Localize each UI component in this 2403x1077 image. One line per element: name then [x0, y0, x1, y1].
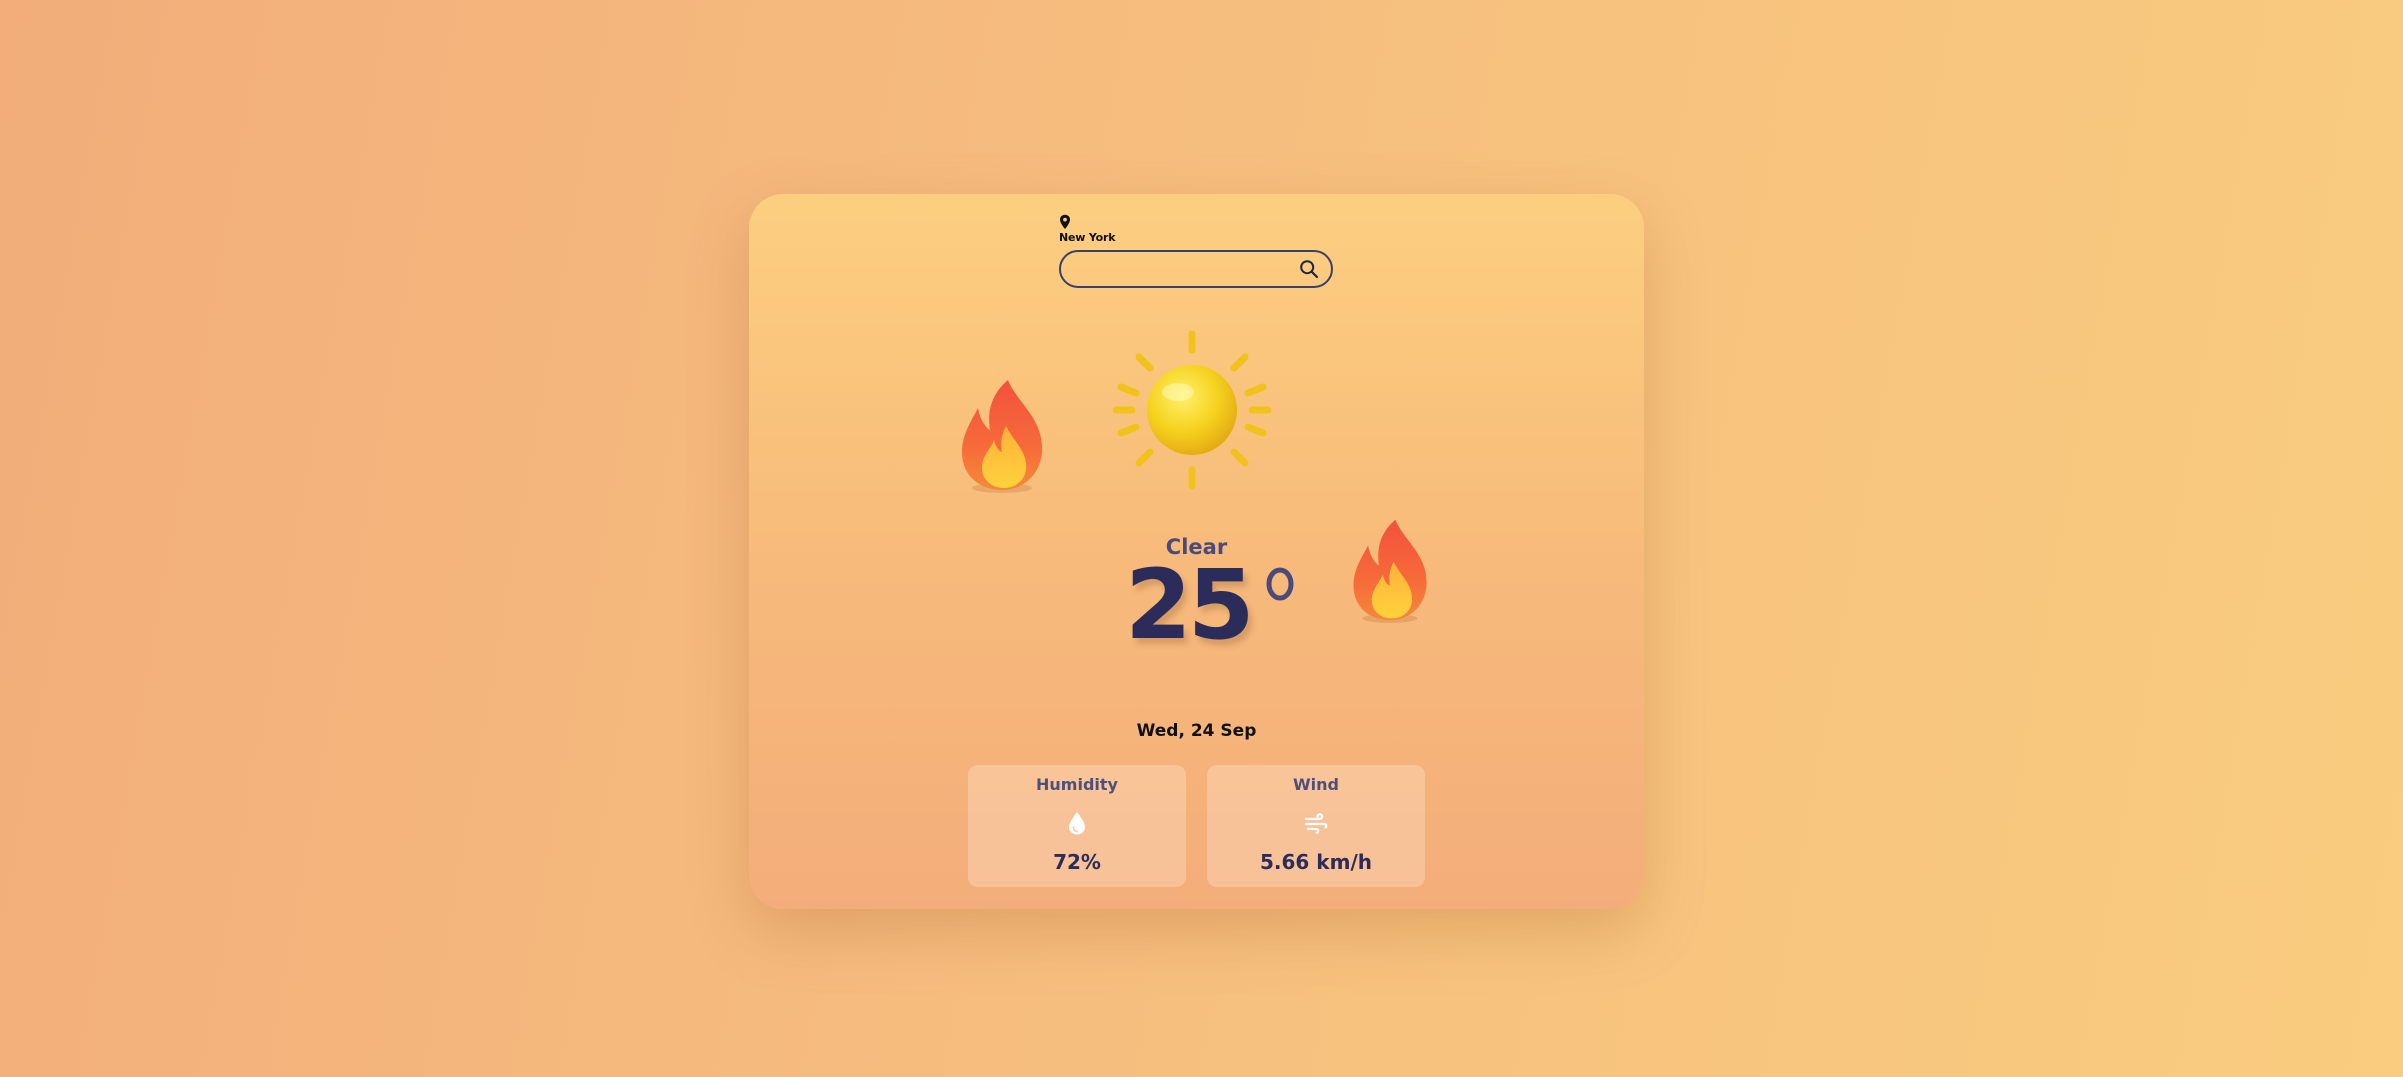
wind-icon: [1304, 813, 1328, 835]
humidity-card: Humidity 72%: [968, 765, 1186, 887]
temperature-display: 25: [1125, 549, 1294, 661]
location: New York: [1059, 214, 1116, 244]
wind-value: 5.66 km/h: [1260, 850, 1372, 874]
current-date: Wed, 24 Sep: [1136, 721, 1257, 741]
flame-icon: [962, 380, 1043, 493]
humidity-value: 72%: [1053, 850, 1101, 874]
water-drop-icon: [1069, 812, 1085, 835]
wind-card: Wind 5.66 km/h: [1207, 765, 1425, 887]
degree-icon: [1266, 567, 1294, 601]
search-input[interactable]: [1075, 258, 1299, 282]
wind-label: Wind: [1293, 775, 1339, 794]
city-name: New York: [1059, 231, 1116, 244]
search-icon[interactable]: [1299, 259, 1319, 279]
weather-card: New York Clear 25 Wed, 24 Sep Humidity 7…: [749, 194, 1644, 909]
humidity-label: Humidity: [1036, 775, 1118, 794]
sun-icon: [1112, 330, 1272, 490]
map-pin-icon: [1060, 214, 1070, 229]
temperature-value: 25: [1125, 549, 1255, 661]
search-bar: [1059, 250, 1333, 288]
flame-icon: [1353, 519, 1427, 623]
